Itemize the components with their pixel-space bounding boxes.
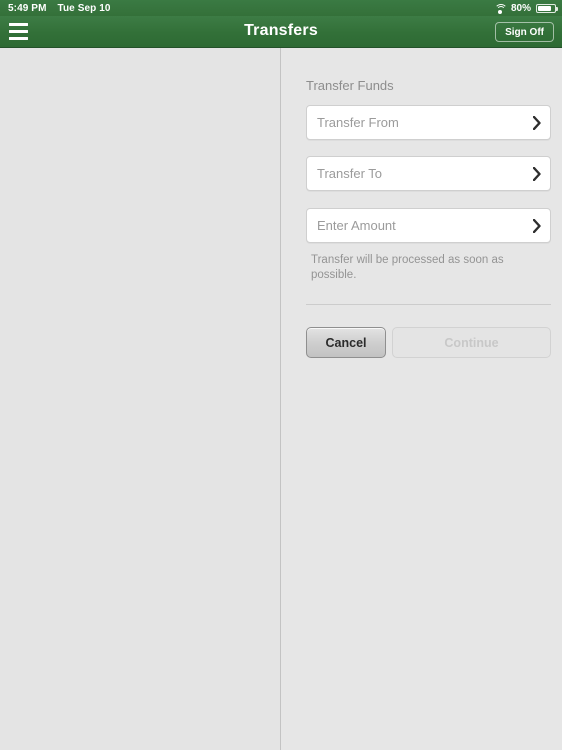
transfer-to-label: Transfer To xyxy=(317,166,383,181)
transfer-note: Transfer will be processed as soon as po… xyxy=(311,254,504,281)
enter-amount-label: Enter Amount xyxy=(317,218,396,233)
cancel-button[interactable]: Cancel xyxy=(306,327,386,358)
status-date: Tue Sep 10 xyxy=(57,2,111,14)
wifi-icon xyxy=(494,3,508,14)
status-right-cluster: 80% xyxy=(494,2,558,14)
page-title: Transfers xyxy=(244,22,318,39)
transfer-to-field[interactable]: Transfer To xyxy=(306,156,551,191)
detail-pane: Transfer Funds Transfer From Transfer To… xyxy=(282,48,562,750)
chevron-right-icon xyxy=(533,116,541,130)
sign-off-button[interactable]: Sign Off xyxy=(495,22,554,42)
status-time: 5:49 PM xyxy=(8,2,47,14)
section-title: Transfer Funds xyxy=(306,78,394,93)
navigation-bar: Transfers Sign Off xyxy=(0,16,562,48)
master-pane xyxy=(0,48,281,750)
app-screen: 5:49 PM Tue Sep 10 80% Transfers Sign Of… xyxy=(0,0,562,750)
section-divider xyxy=(306,304,551,305)
chevron-right-icon xyxy=(533,167,541,181)
enter-amount-field[interactable]: Enter Amount xyxy=(306,208,551,243)
continue-button: Continue xyxy=(392,327,551,358)
transfer-from-label: Transfer From xyxy=(317,115,399,130)
transfer-from-field[interactable]: Transfer From xyxy=(306,105,551,140)
battery-icon xyxy=(536,3,558,13)
chevron-right-icon xyxy=(533,219,541,233)
status-bar: 5:49 PM Tue Sep 10 80% xyxy=(0,0,562,16)
battery-percent-label: 80% xyxy=(510,2,531,14)
